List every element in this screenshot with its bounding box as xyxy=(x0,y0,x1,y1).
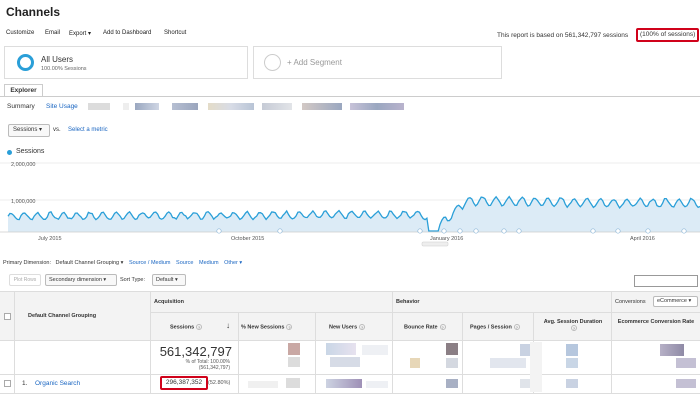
annotation-marker-icon[interactable] xyxy=(590,228,596,234)
acquisition-label: Acquisition xyxy=(154,299,184,305)
annotation-marker-icon[interactable] xyxy=(441,228,447,234)
conversions-select[interactable]: eCommerce ▾ xyxy=(653,296,698,307)
col-avg-duration-header[interactable]: Avg. Session Duration? xyxy=(537,319,609,331)
metric-select[interactable]: Sessions ▾ xyxy=(8,124,50,137)
total-sessions-absolute: (561,342,797) xyxy=(198,365,230,371)
row-organic-search-link[interactable]: Organic Search xyxy=(35,380,80,387)
annotation-marker-icon[interactable] xyxy=(417,228,423,234)
add-segment-label: + Add Segment xyxy=(287,58,342,67)
row-sessions-highlight: 296,387,352 xyxy=(160,376,208,390)
col-pages-session-header[interactable]: Pages / Session? xyxy=(470,324,520,330)
row-checkbox[interactable] xyxy=(4,380,11,387)
col-new-users-header[interactable]: New Users? xyxy=(329,324,366,330)
annotation-marker-icon[interactable] xyxy=(681,228,687,234)
help-icon[interactable]: ? xyxy=(513,324,520,330)
chart-resize-handle[interactable] xyxy=(421,241,449,247)
x-tick-label: April 2016 xyxy=(630,236,655,242)
email-button[interactable]: Email xyxy=(45,30,60,36)
total-sessions-value: 561,342,797 xyxy=(159,344,232,359)
primary-dimension-bar: Primary Dimension: Default Channel Group… xyxy=(3,260,242,266)
row-number: 1. xyxy=(22,380,28,387)
dimension-source[interactable]: Source xyxy=(176,260,193,266)
col-bounce-rate-header[interactable]: Bounce Rate? xyxy=(404,324,446,330)
dimension-other[interactable]: Other ▾ xyxy=(224,260,242,266)
shortcut-button[interactable]: Shortcut xyxy=(164,30,186,36)
x-tick-label: October 2015 xyxy=(231,236,264,242)
summary-label: Summary xyxy=(7,103,35,110)
dimension-medium[interactable]: Medium xyxy=(199,260,219,266)
select-all-checkbox[interactable] xyxy=(4,313,11,320)
table-search-input[interactable] xyxy=(634,275,698,287)
sort-type-label: Sort Type: xyxy=(120,277,145,283)
sort-desc-icon[interactable]: ↓ xyxy=(226,321,230,330)
segment-all-users[interactable]: All Users 100.00% Sessions xyxy=(4,46,248,79)
col-new-sessions-header[interactable]: % New Sessions? xyxy=(241,324,293,330)
col-dimension-header[interactable]: Default Channel Grouping xyxy=(28,313,96,319)
x-tick-label: July 2015 xyxy=(38,236,62,242)
legend-label: Sessions xyxy=(16,148,45,155)
customize-button[interactable]: Customize xyxy=(6,30,34,36)
add-segment-card[interactable]: + Add Segment xyxy=(253,46,502,79)
page-title: Channels xyxy=(6,5,61,19)
plot-rows-button[interactable]: Plot Rows xyxy=(9,274,41,286)
select-metric-link[interactable]: Select a metric xyxy=(68,127,108,133)
export-button[interactable]: Export ▾ xyxy=(69,30,91,37)
help-icon[interactable]: ? xyxy=(196,324,203,330)
primary-dimension-selected[interactable]: Default Channel Grouping ▾ xyxy=(56,260,124,266)
report-note: This report is based on 561,342,797 sess… xyxy=(497,32,629,39)
y-tick-label: 1,000,000 xyxy=(11,199,35,205)
col-ecommerce-rate-header[interactable]: Ecommerce Conversion Rate xyxy=(614,319,698,325)
segment-name: All Users xyxy=(41,55,74,64)
annotation-marker-icon[interactable] xyxy=(615,228,621,234)
annotation-marker-icon[interactable] xyxy=(216,228,222,234)
segment-ring-icon xyxy=(17,54,34,71)
tab-divider xyxy=(0,96,700,97)
conversions-label: Conversions xyxy=(615,299,646,305)
vs-label: vs. xyxy=(53,127,61,133)
annotation-marker-icon[interactable] xyxy=(473,228,479,234)
tab-site-usage[interactable]: Site Usage xyxy=(46,103,78,110)
annotation-marker-icon[interactable] xyxy=(277,228,283,234)
add-to-dashboard-button[interactable]: Add to Dashboard xyxy=(103,30,151,36)
annotation-marker-icon[interactable] xyxy=(516,228,522,234)
help-icon[interactable]: ? xyxy=(359,324,366,330)
segment-subtext: 100.00% Sessions xyxy=(41,66,87,72)
sessions-percent-highlight: (100% of sessions) xyxy=(636,28,699,42)
help-icon[interactable]: ? xyxy=(439,324,446,330)
annotation-marker-icon[interactable] xyxy=(457,228,463,234)
annotation-marker-icon[interactable] xyxy=(501,228,507,234)
sort-type-select[interactable]: Default ▾ xyxy=(152,274,186,286)
secondary-dimension-select[interactable]: Secondary dimension ▾ xyxy=(45,274,117,286)
behavior-label: Behavior xyxy=(396,299,420,305)
y-tick-label: 2,000,000 xyxy=(11,162,35,168)
help-icon[interactable]: ? xyxy=(286,324,293,330)
x-tick-label: January 2016 xyxy=(430,236,463,242)
dimension-source-medium[interactable]: Source / Medium xyxy=(129,260,171,266)
sessions-chart: 2,000,000 1,000,000 July 2015 October 20… xyxy=(0,162,700,247)
primary-dimension-label: Primary Dimension: xyxy=(3,260,51,266)
row-sessions-percent: (52.80%) xyxy=(208,380,231,386)
col-sessions-header[interactable]: Sessions? xyxy=(170,324,203,330)
help-icon[interactable]: ? xyxy=(571,325,577,331)
acquisition-group-header xyxy=(150,291,392,312)
empty-segment-ring-icon xyxy=(264,54,281,71)
annotation-marker-icon[interactable] xyxy=(645,228,651,234)
